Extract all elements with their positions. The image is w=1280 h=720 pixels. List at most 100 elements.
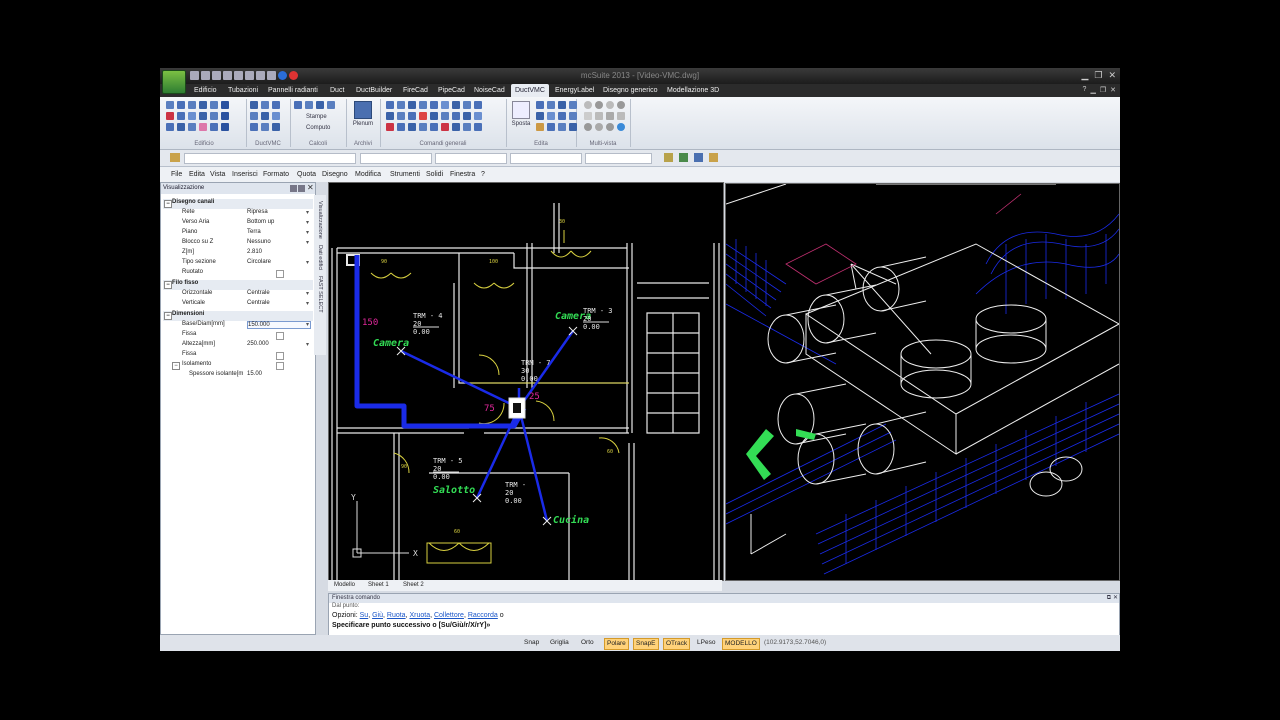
- menu-modifica[interactable]: Modifica: [355, 171, 381, 178]
- status-snap[interactable]: Snap: [522, 638, 541, 648]
- ductvmc-icons[interactable]: [250, 101, 280, 131]
- minimize-icon[interactable]: ▁: [1081, 70, 1088, 81]
- dropdown-icon[interactable]: ▾: [306, 239, 309, 246]
- new-icon[interactable]: [190, 71, 199, 80]
- side-tab-dati-edifici[interactable]: Dati edifici: [317, 245, 323, 270]
- menu-edita[interactable]: Edita: [189, 171, 205, 178]
- dropdown-icon[interactable]: ▾: [306, 259, 309, 266]
- tab-edificio[interactable]: Edificio: [194, 87, 217, 94]
- close-icon[interactable]: ✕: [1108, 70, 1116, 81]
- section-dimensioni[interactable]: − Dimensioni: [163, 311, 313, 321]
- ribbon-minimize-icon[interactable]: ▁: [1090, 86, 1095, 94]
- prop-altezza[interactable]: Altezza[mm] 250.000 ▾: [163, 341, 313, 351]
- app-logo[interactable]: [162, 70, 186, 94]
- prop-fissa-1[interactable]: Fissa: [163, 331, 313, 341]
- props-icon[interactable]: [664, 153, 673, 162]
- menu-vista[interactable]: Vista: [210, 171, 225, 178]
- command-close-icon[interactable]: ✕: [1113, 594, 1118, 603]
- ribbon-close-icon[interactable]: ✕: [1110, 86, 1116, 94]
- ribbon-restore-icon[interactable]: ❐: [1100, 86, 1106, 94]
- sposta-button[interactable]: Sposta: [508, 101, 534, 127]
- dropdown-icon[interactable]: ▾: [306, 300, 309, 307]
- command-prompt[interactable]: Specificare punto successivo o [Su/Giù/r…: [332, 622, 490, 629]
- tab-noisecad[interactable]: NoiseCad: [474, 87, 505, 94]
- fissa-checkbox[interactable]: [276, 332, 284, 340]
- lineweight-dropdown[interactable]: [510, 153, 582, 164]
- multivista-icons[interactable]: [584, 101, 625, 131]
- menu-inserisci[interactable]: Inserisci: [232, 171, 258, 178]
- status-modello[interactable]: MODELLO: [722, 638, 760, 650]
- tab-firecad[interactable]: FireCad: [403, 87, 428, 94]
- color-dropdown[interactable]: [360, 153, 432, 164]
- prop-base-diam[interactable]: Base/Diam[mm] 150.000 ▾: [163, 321, 313, 331]
- plotstyle-dropdown[interactable]: [585, 153, 652, 164]
- match-icon[interactable]: [679, 153, 688, 162]
- option-giu[interactable]: Giù: [372, 612, 383, 619]
- sort-icon[interactable]: [298, 185, 305, 192]
- side-tab-fast-select[interactable]: FAST SELECT: [317, 276, 323, 313]
- redo-icon[interactable]: [256, 71, 265, 80]
- dropdown-icon[interactable]: ▾: [306, 290, 309, 297]
- tab-disegno-generico[interactable]: Disegno generico: [603, 87, 657, 94]
- layers-icon[interactable]: [694, 153, 703, 162]
- option-ruota[interactable]: Ruota: [387, 612, 406, 619]
- brush-icon[interactable]: [709, 153, 718, 162]
- fissa-checkbox[interactable]: [276, 352, 284, 360]
- prop-tipo-sezione[interactable]: Tipo sezione Circolare ▾: [163, 259, 313, 269]
- linetype-dropdown[interactable]: [435, 153, 507, 164]
- tab-pannelli[interactable]: Pannelli radianti: [268, 87, 318, 94]
- prop-z[interactable]: Z[m] 2.810: [163, 249, 313, 259]
- status-orto[interactable]: Orto: [579, 638, 596, 648]
- option-xruota[interactable]: Xruota: [409, 612, 430, 619]
- command-window[interactable]: Finestra comando ⧉ ✕ Dal punto: Opzioni:…: [328, 593, 1120, 637]
- menu-disegno[interactable]: Disegno: [322, 171, 348, 178]
- categorize-icon[interactable]: [290, 185, 297, 192]
- open-icon[interactable]: [201, 71, 210, 80]
- layer-dropdown[interactable]: [184, 153, 356, 164]
- layer-icon[interactable]: [170, 153, 180, 162]
- section-disegno[interactable]: − Disegno canali: [163, 199, 313, 209]
- dropdown-icon[interactable]: ▾: [306, 229, 309, 236]
- save-icon[interactable]: [212, 71, 221, 80]
- info-icon[interactable]: [278, 71, 287, 80]
- panel-close-icon[interactable]: ✕: [307, 184, 314, 192]
- tab-ductvmc[interactable]: DuctVMC: [511, 84, 549, 97]
- tab-tubazioni[interactable]: Tubazioni: [228, 87, 258, 94]
- option-raccorda[interactable]: Raccorda: [468, 612, 498, 619]
- stampe-button[interactable]: Stampe: [306, 114, 327, 120]
- print-icon[interactable]: [234, 71, 243, 80]
- menu-strumenti[interactable]: Strumenti: [390, 171, 420, 178]
- prop-blocco[interactable]: Blocco su Z Nessuno ▾: [163, 239, 313, 249]
- status-lpeso[interactable]: LPeso: [695, 638, 717, 648]
- ruotato-checkbox[interactable]: [276, 270, 284, 278]
- plan-drawing[interactable]: 150 75 25 Camera Camera Salotto Cucina T…: [329, 183, 723, 580]
- status-snape[interactable]: SnapE: [633, 638, 659, 650]
- maximize-icon[interactable]: ❐: [1094, 70, 1102, 81]
- prop-verticale[interactable]: Verticale Centrale ▾: [163, 300, 313, 310]
- dropdown-icon[interactable]: ▾: [306, 321, 309, 328]
- prop-spessore[interactable]: Spessore isolante[m 15.00: [163, 371, 313, 381]
- saveas-icon[interactable]: [223, 71, 232, 80]
- menu-file[interactable]: File: [171, 171, 182, 178]
- viewport-3d[interactable]: [725, 183, 1120, 581]
- help-icon[interactable]: ?: [1083, 86, 1087, 94]
- dropdown-icon[interactable]: ▾: [306, 209, 309, 216]
- section-filo-fisso[interactable]: − Filo fisso: [163, 280, 313, 290]
- prop-ruotato[interactable]: Ruotato: [163, 269, 313, 279]
- menu-finestra[interactable]: Finestra: [450, 171, 475, 178]
- menu-help[interactable]: ?: [481, 171, 485, 178]
- status-polare[interactable]: Polare: [604, 638, 629, 650]
- option-su[interactable]: Su: [360, 612, 369, 619]
- computo-button[interactable]: Computo: [306, 125, 330, 131]
- prop-rete[interactable]: Rete Ripresa ▾: [163, 209, 313, 219]
- tab-duct[interactable]: Duct: [330, 87, 344, 94]
- prop-fissa-2[interactable]: Fissa: [163, 351, 313, 361]
- calcoli-icons[interactable]: [294, 101, 335, 109]
- sheet-tab-1[interactable]: Sheet 1: [368, 582, 389, 588]
- edita-icons[interactable]: [536, 101, 577, 131]
- side-tab-visualizzazione[interactable]: Visualizzazione: [317, 201, 323, 239]
- menu-formato[interactable]: Formato: [263, 171, 289, 178]
- tab-energylabel[interactable]: EnergyLabel: [555, 87, 594, 94]
- undo-icon[interactable]: [245, 71, 254, 80]
- plenum-button[interactable]: Plenum: [350, 101, 376, 127]
